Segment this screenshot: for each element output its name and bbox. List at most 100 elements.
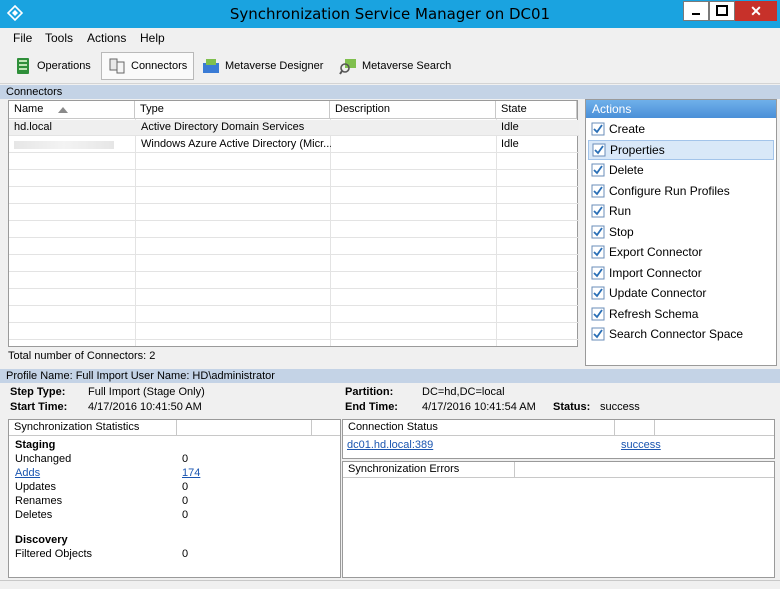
connectors-section-header: Connectors xyxy=(0,85,780,99)
end-time-label: End Time: xyxy=(345,401,398,413)
start-time-value: 4/17/2016 10:41:50 AM xyxy=(88,401,202,413)
connectors-button[interactable]: Connectors xyxy=(101,52,195,80)
stat-value-renames: 0 xyxy=(182,495,189,507)
toolbar: Operations Connectors Metaverse Designer… xyxy=(0,48,780,84)
connector-state: Idle xyxy=(501,121,519,133)
column-header-type[interactable]: Type xyxy=(135,101,330,119)
stat-label-unchanged: Unchanged xyxy=(15,453,72,465)
connectors-label: Connectors xyxy=(131,60,188,72)
sync-errors-header-col2 xyxy=(515,462,774,478)
close-icon: ✕ xyxy=(750,3,762,19)
stat-value-updates: 0 xyxy=(182,481,189,493)
stat-label-deletes: Deletes xyxy=(15,509,53,521)
connection-server-link[interactable]: dc01.hd.local:389 xyxy=(347,439,433,451)
stat-label-updates: Updates xyxy=(15,481,56,493)
metaverse-search-label: Metaverse Search xyxy=(362,60,452,72)
action-stop[interactable]: Stop xyxy=(588,222,774,242)
sync-errors-header: Synchronization Errors xyxy=(343,462,515,478)
checkbox-doc-icon xyxy=(592,143,606,156)
maximize-button[interactable] xyxy=(709,1,735,21)
status-value: success xyxy=(600,401,640,413)
action-configure-run-profiles[interactable]: Configure Run Profiles xyxy=(588,181,774,201)
action-label: Import Connector xyxy=(609,265,702,280)
action-label: Delete xyxy=(609,163,644,177)
action-import-connector[interactable]: Import Connector xyxy=(588,263,774,283)
profile-header: Profile Name: Full Import User Name: HD\… xyxy=(0,369,780,383)
metaverse-designer-button[interactable]: Metaverse Designer xyxy=(196,52,329,80)
table-row xyxy=(9,273,579,289)
action-search-connector-space[interactable]: Search Connector Space xyxy=(588,324,774,344)
action-update-connector[interactable]: Update Connector xyxy=(588,283,774,303)
connectors-list[interactable]: Name Type Description State hd.local Act… xyxy=(8,100,579,347)
checkbox-doc-icon xyxy=(591,307,605,320)
filtered-objects-label: Filtered Objects xyxy=(15,548,93,560)
checkbox-doc-icon xyxy=(591,184,605,197)
menu-file[interactable]: File xyxy=(13,31,32,45)
stat-value-unchanged: 0 xyxy=(182,453,189,465)
action-label: Configure Run Profiles xyxy=(609,183,730,198)
discovery-title: Discovery xyxy=(15,534,68,546)
column-header-state[interactable]: State xyxy=(496,101,577,119)
minimize-icon xyxy=(692,13,700,15)
table-row xyxy=(9,171,579,187)
column-header-name[interactable]: Name xyxy=(9,101,135,119)
column-header-description[interactable]: Description xyxy=(330,101,496,119)
action-run[interactable]: Run xyxy=(588,201,774,221)
stat-value-adds[interactable]: 174 xyxy=(182,467,200,479)
filtered-objects-value: 0 xyxy=(182,548,189,560)
sync-statistics-header: Synchronization Statistics xyxy=(9,420,177,436)
action-label: Search Connector Space xyxy=(609,327,744,341)
operations-button[interactable]: Operations xyxy=(8,52,97,80)
table-row[interactable]: hd.local Active Directory Domain Service… xyxy=(9,120,579,136)
connectors-icon xyxy=(109,58,125,74)
window-title: Synchronization Service Manager on DC01 xyxy=(229,5,551,23)
partition-value: DC=hd,DC=local xyxy=(422,386,505,398)
minimize-button[interactable] xyxy=(683,1,709,21)
maximize-icon xyxy=(716,5,728,16)
menu-help[interactable]: Help xyxy=(140,31,165,45)
menu-tools[interactable]: Tools xyxy=(45,31,73,45)
title-bar: Synchronization Service Manager on DC01 … xyxy=(0,0,780,28)
connector-name: hd.local xyxy=(14,121,52,133)
sync-errors-panel[interactable]: Synchronization Errors xyxy=(342,461,775,578)
close-button[interactable]: ✕ xyxy=(735,1,777,21)
action-refresh-schema[interactable]: Refresh Schema xyxy=(588,304,774,324)
status-label: Status: xyxy=(553,401,591,413)
stat-label-adds[interactable]: Adds xyxy=(15,467,40,479)
checkbox-doc-icon xyxy=(591,245,605,259)
checkbox-doc-icon xyxy=(591,225,605,238)
step-type-value: Full Import (Stage Only) xyxy=(88,386,205,398)
connector-count: Total number of Connectors: 2 xyxy=(8,350,156,362)
connection-result-link[interactable]: success xyxy=(621,439,661,451)
checkbox-doc-icon xyxy=(591,266,605,279)
checkbox-doc-icon xyxy=(591,122,605,136)
connection-status-panel[interactable]: Connection Status dc01.hd.local:389 succ… xyxy=(342,419,775,459)
action-delete[interactable]: Delete xyxy=(588,160,774,180)
metaverse-search-button[interactable]: Metaverse Search xyxy=(333,52,457,80)
action-export-connector[interactable]: Export Connector xyxy=(588,242,774,262)
stat-value-deletes: 0 xyxy=(182,509,189,521)
connection-status-header: Connection Status xyxy=(343,420,615,436)
metaverse-designer-label: Metaverse Designer xyxy=(225,60,324,72)
action-label: Create xyxy=(609,122,646,136)
menu-actions[interactable]: Actions xyxy=(87,31,126,45)
action-create[interactable]: Create xyxy=(588,119,774,139)
connector-type: Active Directory Domain Services xyxy=(141,121,305,133)
stat-label-renames: Renames xyxy=(15,495,63,507)
sync-statistics-panel[interactable]: Synchronization Statistics Staging Uncha… xyxy=(8,419,341,578)
table-row[interactable]: Windows Azure Active Directory (Micr... … xyxy=(9,137,579,153)
step-type-label: Step Type: xyxy=(10,386,66,398)
action-label: Export Connector xyxy=(609,245,703,259)
partition-label: Partition: xyxy=(345,386,394,398)
checkbox-doc-icon xyxy=(591,327,605,341)
action-properties[interactable]: Properties xyxy=(588,139,774,160)
action-label: Stop xyxy=(609,224,634,239)
action-label: Run xyxy=(609,204,632,218)
table-row xyxy=(9,239,579,255)
table-row xyxy=(9,205,579,221)
table-row xyxy=(9,188,579,204)
action-label: Update Connector xyxy=(609,286,707,300)
metaverse-search-icon xyxy=(339,59,356,75)
checkbox-doc-icon xyxy=(591,286,605,300)
operations-icon xyxy=(17,58,29,74)
